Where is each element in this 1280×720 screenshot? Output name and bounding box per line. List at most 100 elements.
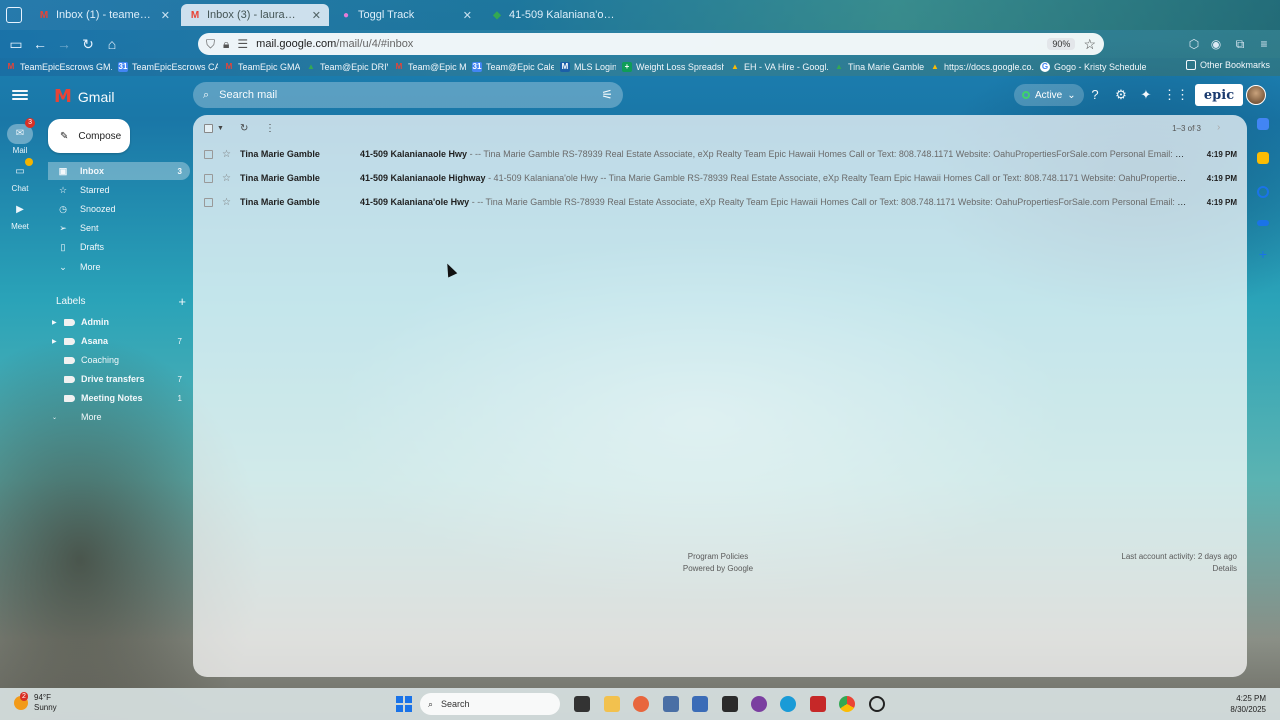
weather-widget[interactable]: 2 94°F Sunny (14, 692, 57, 713)
notes-icon[interactable] (722, 696, 738, 712)
calculator-icon[interactable] (692, 696, 708, 712)
acrobat-icon[interactable] (810, 696, 826, 712)
nav-snoozed[interactable]: ◷ Snoozed (48, 200, 190, 218)
close-tab-icon[interactable]: ✕ (463, 9, 472, 22)
bookmark-item[interactable]: + Weight Loss Spreadsh... (616, 62, 724, 72)
rail-mail[interactable]: ✉ 3 Mail (4, 118, 36, 155)
label-meeting-notes[interactable]: Meeting Notes 1 (48, 389, 190, 407)
close-tab-icon[interactable]: ✕ (161, 9, 170, 22)
search-options-icon[interactable]: ⚟ (601, 87, 613, 103)
forward-icon[interactable]: → (56, 36, 72, 52)
tasks-icon[interactable] (1257, 186, 1269, 198)
email-row[interactable]: ☆ Tina Marie Gamble 41-509 Kalanianaole … (193, 142, 1247, 166)
taskbar-search[interactable]: ⌕ Search (420, 693, 560, 715)
url-text[interactable]: mail.google.com/mail/u/4/#inbox (256, 38, 413, 50)
app-icon[interactable] (751, 696, 767, 712)
older-page-icon[interactable]: › (1217, 122, 1220, 133)
file-explorer-icon[interactable] (604, 696, 620, 712)
nav-more[interactable]: ⌄ More (48, 258, 190, 276)
label-drive-transfers[interactable]: Drive transfers 7 (48, 370, 190, 388)
edge-icon[interactable] (780, 696, 796, 712)
extension-icon[interactable]: ⬡ (1186, 36, 1202, 52)
expand-arrow-icon[interactable]: ▶ (52, 338, 58, 345)
tab-actions-icon[interactable] (6, 7, 22, 23)
bookmark-item[interactable]: M TeamEpicEscrows GM... (0, 62, 112, 72)
select-all-checkbox[interactable] (204, 124, 213, 133)
chrome-icon[interactable] (839, 696, 855, 712)
bookmark-item[interactable]: ▲ Tina Marie Gamble -... (828, 62, 924, 72)
back-icon[interactable]: ← (32, 36, 48, 52)
email-row[interactable]: ☆ Tina Marie Gamble 41-509 Kalanianaole … (193, 166, 1247, 190)
add-addon-icon[interactable]: + (1257, 247, 1269, 261)
tab-toggl[interactable]: ● Toggl Track ✕ (332, 4, 480, 26)
menu-icon[interactable]: ≡ (1256, 36, 1272, 52)
bookmark-item[interactable]: ▲ EH - VA Hire - Googl... (724, 62, 828, 72)
sidebar-toggle-icon[interactable]: ▭ (8, 36, 24, 52)
bookmark-item[interactable]: M Team@Epic Mail (388, 62, 466, 72)
help-icon[interactable]: ? (1087, 87, 1103, 103)
other-bookmarks[interactable]: Other Bookmarks (1180, 60, 1276, 70)
system-clock[interactable]: 4:25 PM 8/30/2025 (1230, 693, 1266, 715)
permissions-icon[interactable]: ☰ (237, 37, 248, 51)
email-row[interactable]: ☆ Tina Marie Gamble 41-509 Kalaniana'ole… (193, 190, 1247, 214)
rail-chat[interactable]: ▭ Chat (4, 158, 36, 193)
bookmark-item[interactable]: 31 Team@Epic Calendar (466, 62, 554, 72)
chatgpt-icon[interactable] (869, 696, 885, 712)
nav-sent[interactable]: ➢ Sent (48, 219, 190, 237)
bookmark-item[interactable]: 31 TeamEpicEscrows CAL... (112, 62, 218, 72)
keep-icon[interactable] (1257, 152, 1269, 164)
shield-icon[interactable]: ⛉ (206, 37, 215, 52)
settings-gear-icon[interactable]: ⚙ (1113, 87, 1129, 103)
tab-maps[interactable]: ◆ 41-509 Kalaniana'ole Hwy - Go (483, 4, 623, 26)
reload-icon[interactable]: ↻ (80, 36, 96, 52)
bookmark-item[interactable]: ▲ https://docs.google.co... (924, 62, 1034, 72)
label-more[interactable]: ⌄ More (48, 408, 190, 426)
address-bar[interactable]: ⛉ 🔒︎ ☰ mail.google.com/mail/u/4/#inbox 9… (198, 33, 1104, 55)
nav-starred[interactable]: ☆ Starred (48, 181, 190, 199)
nav-inbox[interactable]: ▣ Inbox 3 (48, 162, 190, 180)
status-selector[interactable]: Active ⌄ (1014, 84, 1084, 106)
label-asana[interactable]: ▶ Asana 7 (48, 332, 190, 350)
refresh-icon[interactable]: ↻ (240, 123, 248, 134)
home-icon[interactable]: ⌂ (104, 36, 120, 52)
label-admin[interactable]: ▶ Admin (48, 313, 190, 331)
star-icon[interactable]: ☆ (222, 149, 234, 160)
star-icon[interactable]: ☆ (222, 173, 234, 184)
account-icon[interactable]: ◉ (1208, 36, 1224, 52)
calendar-icon[interactable] (1257, 118, 1269, 130)
search-bar[interactable]: ⌕ Search mail ⚟ (193, 82, 623, 108)
zoom-badge[interactable]: 90% (1047, 38, 1076, 50)
details-link[interactable]: Details (1121, 563, 1237, 575)
compose-button[interactable]: ✎ Compose (48, 119, 130, 153)
tab-teamepic-inbox[interactable]: M Inbox (1) - teamepicescrows@g ✕ (30, 4, 178, 26)
contacts-icon[interactable] (1257, 220, 1269, 226)
firefox-icon[interactable] (633, 696, 649, 712)
tab-laura-inbox[interactable]: M Inbox (3) - laura@epichawaiiho ✕ (181, 4, 329, 26)
bookmark-item[interactable]: M MLS Login (554, 62, 616, 72)
label-coaching[interactable]: Coaching (48, 351, 190, 369)
task-view-icon[interactable] (574, 696, 590, 712)
lock-icon[interactable]: 🔒︎ (223, 37, 229, 52)
email-checkbox[interactable] (204, 197, 213, 207)
rail-meet[interactable]: ▶ Meet (4, 200, 36, 231)
bookmark-item[interactable]: G Gogo - Kristy Scheduler (1034, 62, 1146, 72)
app-icon[interactable] (663, 696, 679, 712)
account-avatar[interactable] (1246, 85, 1266, 105)
more-options-icon[interactable]: ⋮ (265, 123, 275, 134)
gemini-sparkle-icon[interactable]: ✦ (1138, 87, 1154, 103)
nav-drafts[interactable]: ▯ Drafts (48, 238, 190, 256)
windows-start-icon[interactable] (396, 696, 412, 712)
gmail-logo[interactable]: M Gmail (54, 86, 114, 107)
search-input[interactable]: Search mail (219, 89, 277, 101)
email-checkbox[interactable] (204, 149, 213, 159)
add-label-icon[interactable]: + (178, 294, 186, 309)
select-dropdown-icon[interactable]: ▼ (217, 125, 224, 132)
organization-logo[interactable]: epic (1195, 84, 1243, 106)
program-policies-link[interactable]: Program Policies (673, 551, 763, 563)
bookmark-item[interactable]: M TeamEpic GMAIL (218, 62, 300, 72)
close-tab-icon[interactable]: ✕ (312, 9, 321, 22)
email-checkbox[interactable] (204, 173, 213, 183)
newer-page-icon[interactable]: ‹ (1193, 122, 1196, 133)
search-icon[interactable]: ⌕ (203, 89, 209, 102)
main-menu-icon[interactable] (12, 88, 28, 102)
